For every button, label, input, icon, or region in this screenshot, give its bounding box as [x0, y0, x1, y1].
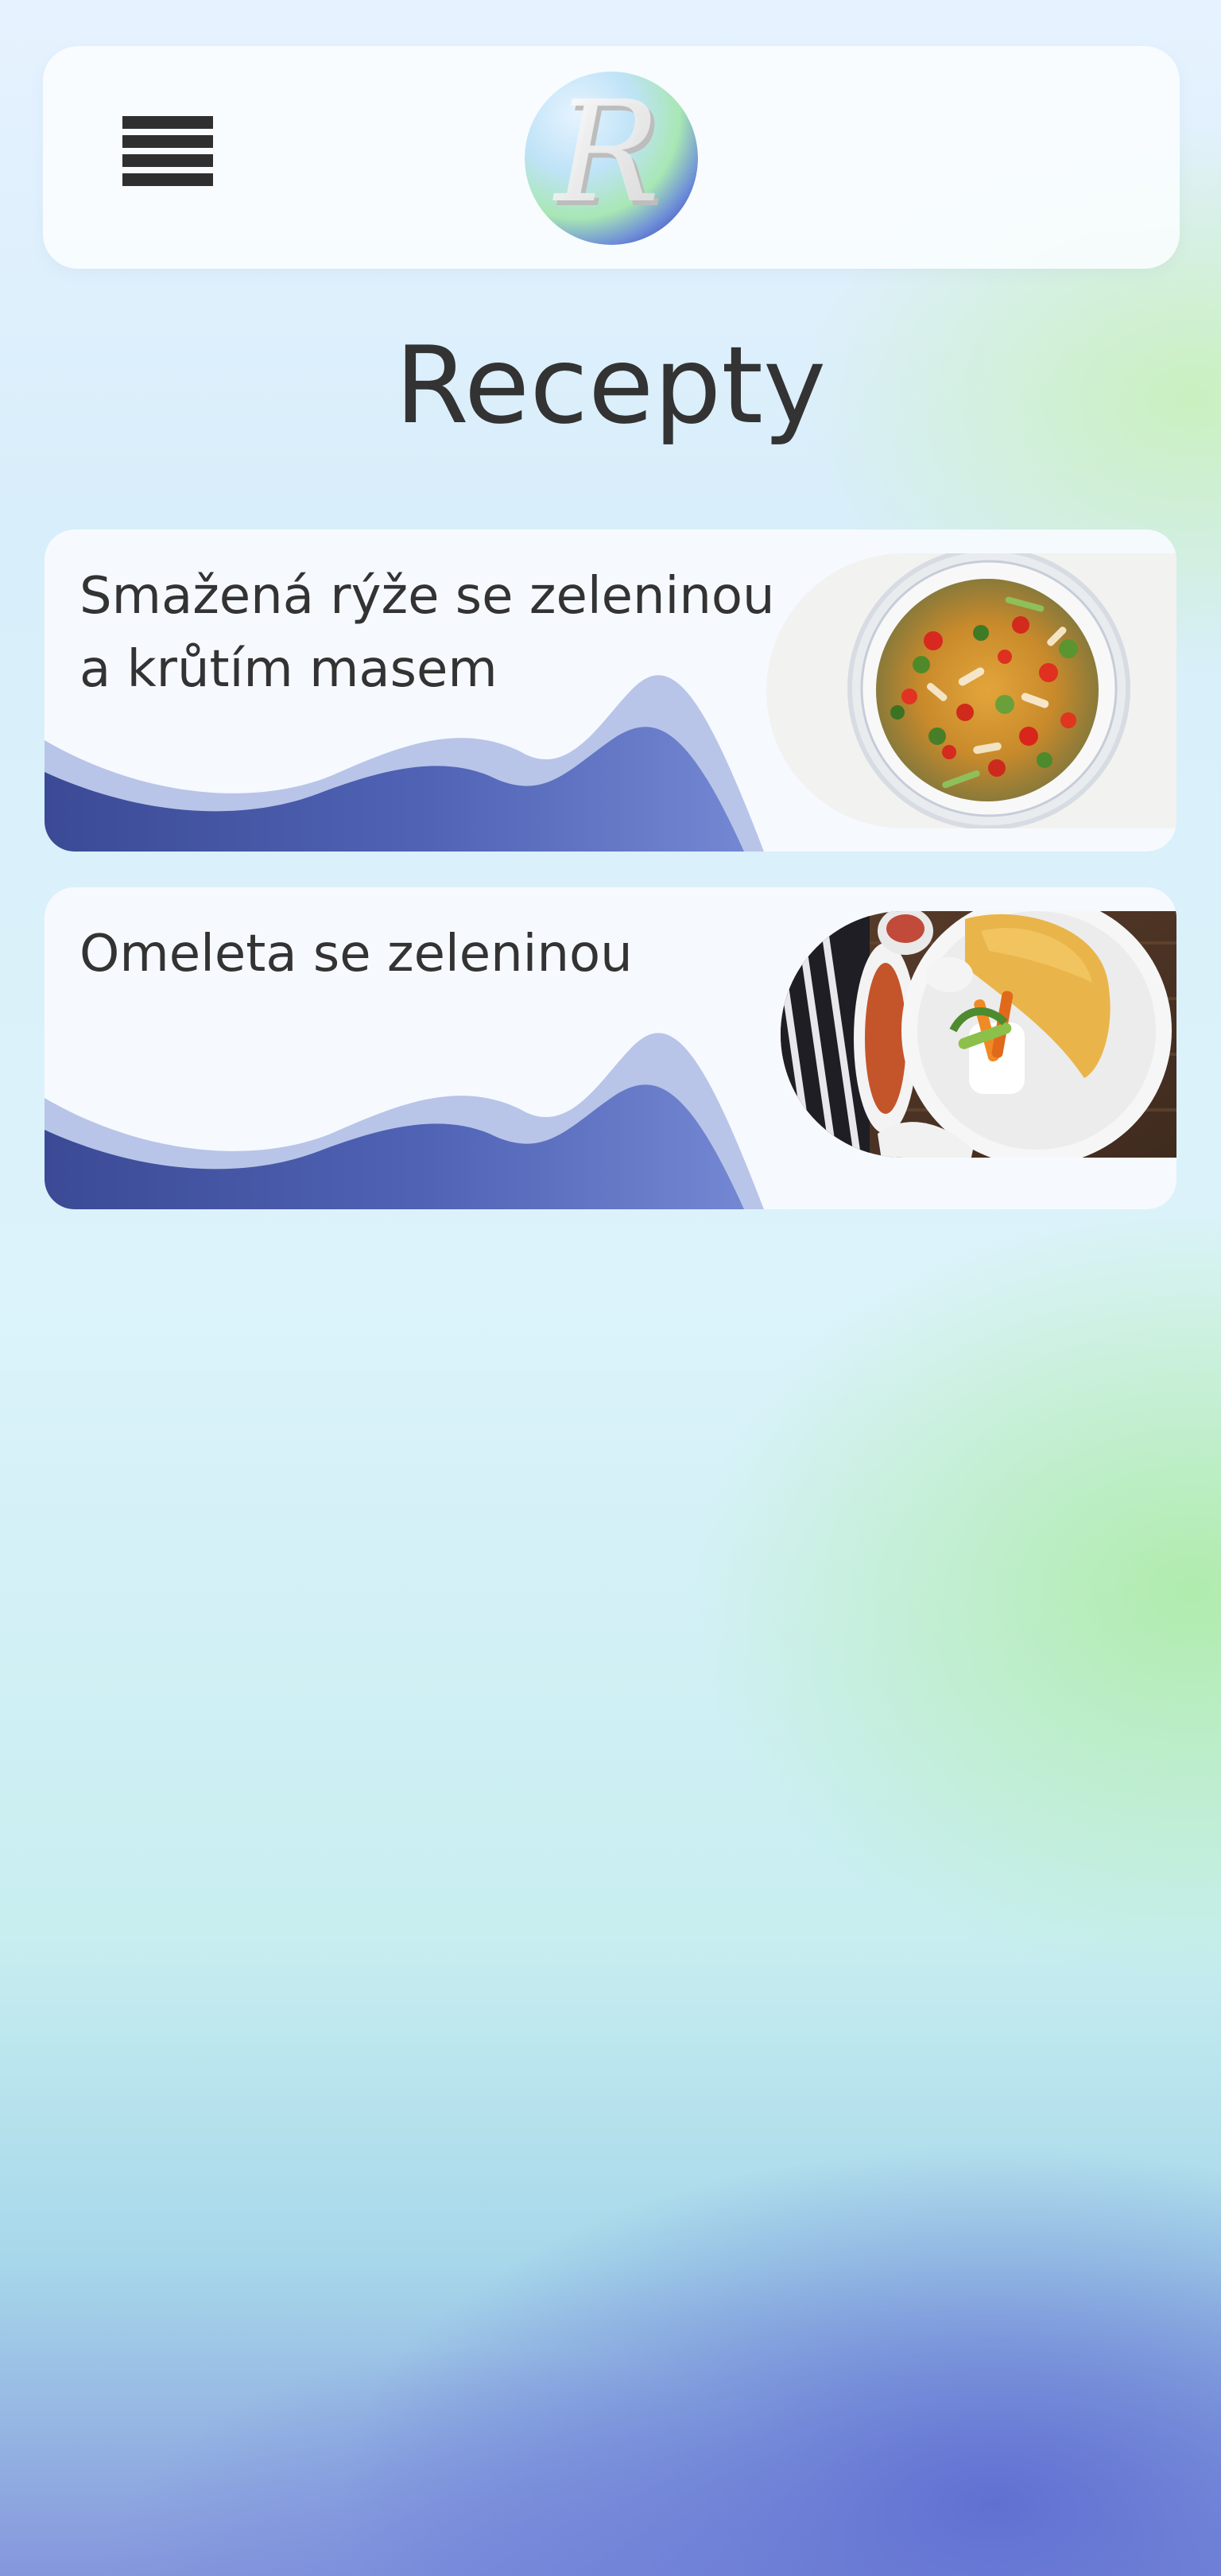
app-logo[interactable]: R R [525, 72, 698, 245]
page-title: Recepty [394, 324, 827, 448]
app-header: R R [43, 46, 1180, 269]
recipe-title: Smažená rýže se zeleninou a krůtím masem [79, 567, 775, 699]
hamburger-menu-icon[interactable] [122, 116, 213, 188]
recipe-title: Omeleta se zeleninou [79, 925, 633, 983]
recipe-card[interactable]: Smažená rýže se zeleninou a krůtím masem [45, 530, 1176, 852]
fried-rice-photo [766, 553, 1176, 828]
omelette-photo [781, 911, 1176, 1158]
logo-badge-icon: R R [525, 72, 698, 245]
logo-letter-highlight: R [552, 72, 661, 234]
recipe-card[interactable]: Omeleta se zeleninou [45, 887, 1176, 1209]
